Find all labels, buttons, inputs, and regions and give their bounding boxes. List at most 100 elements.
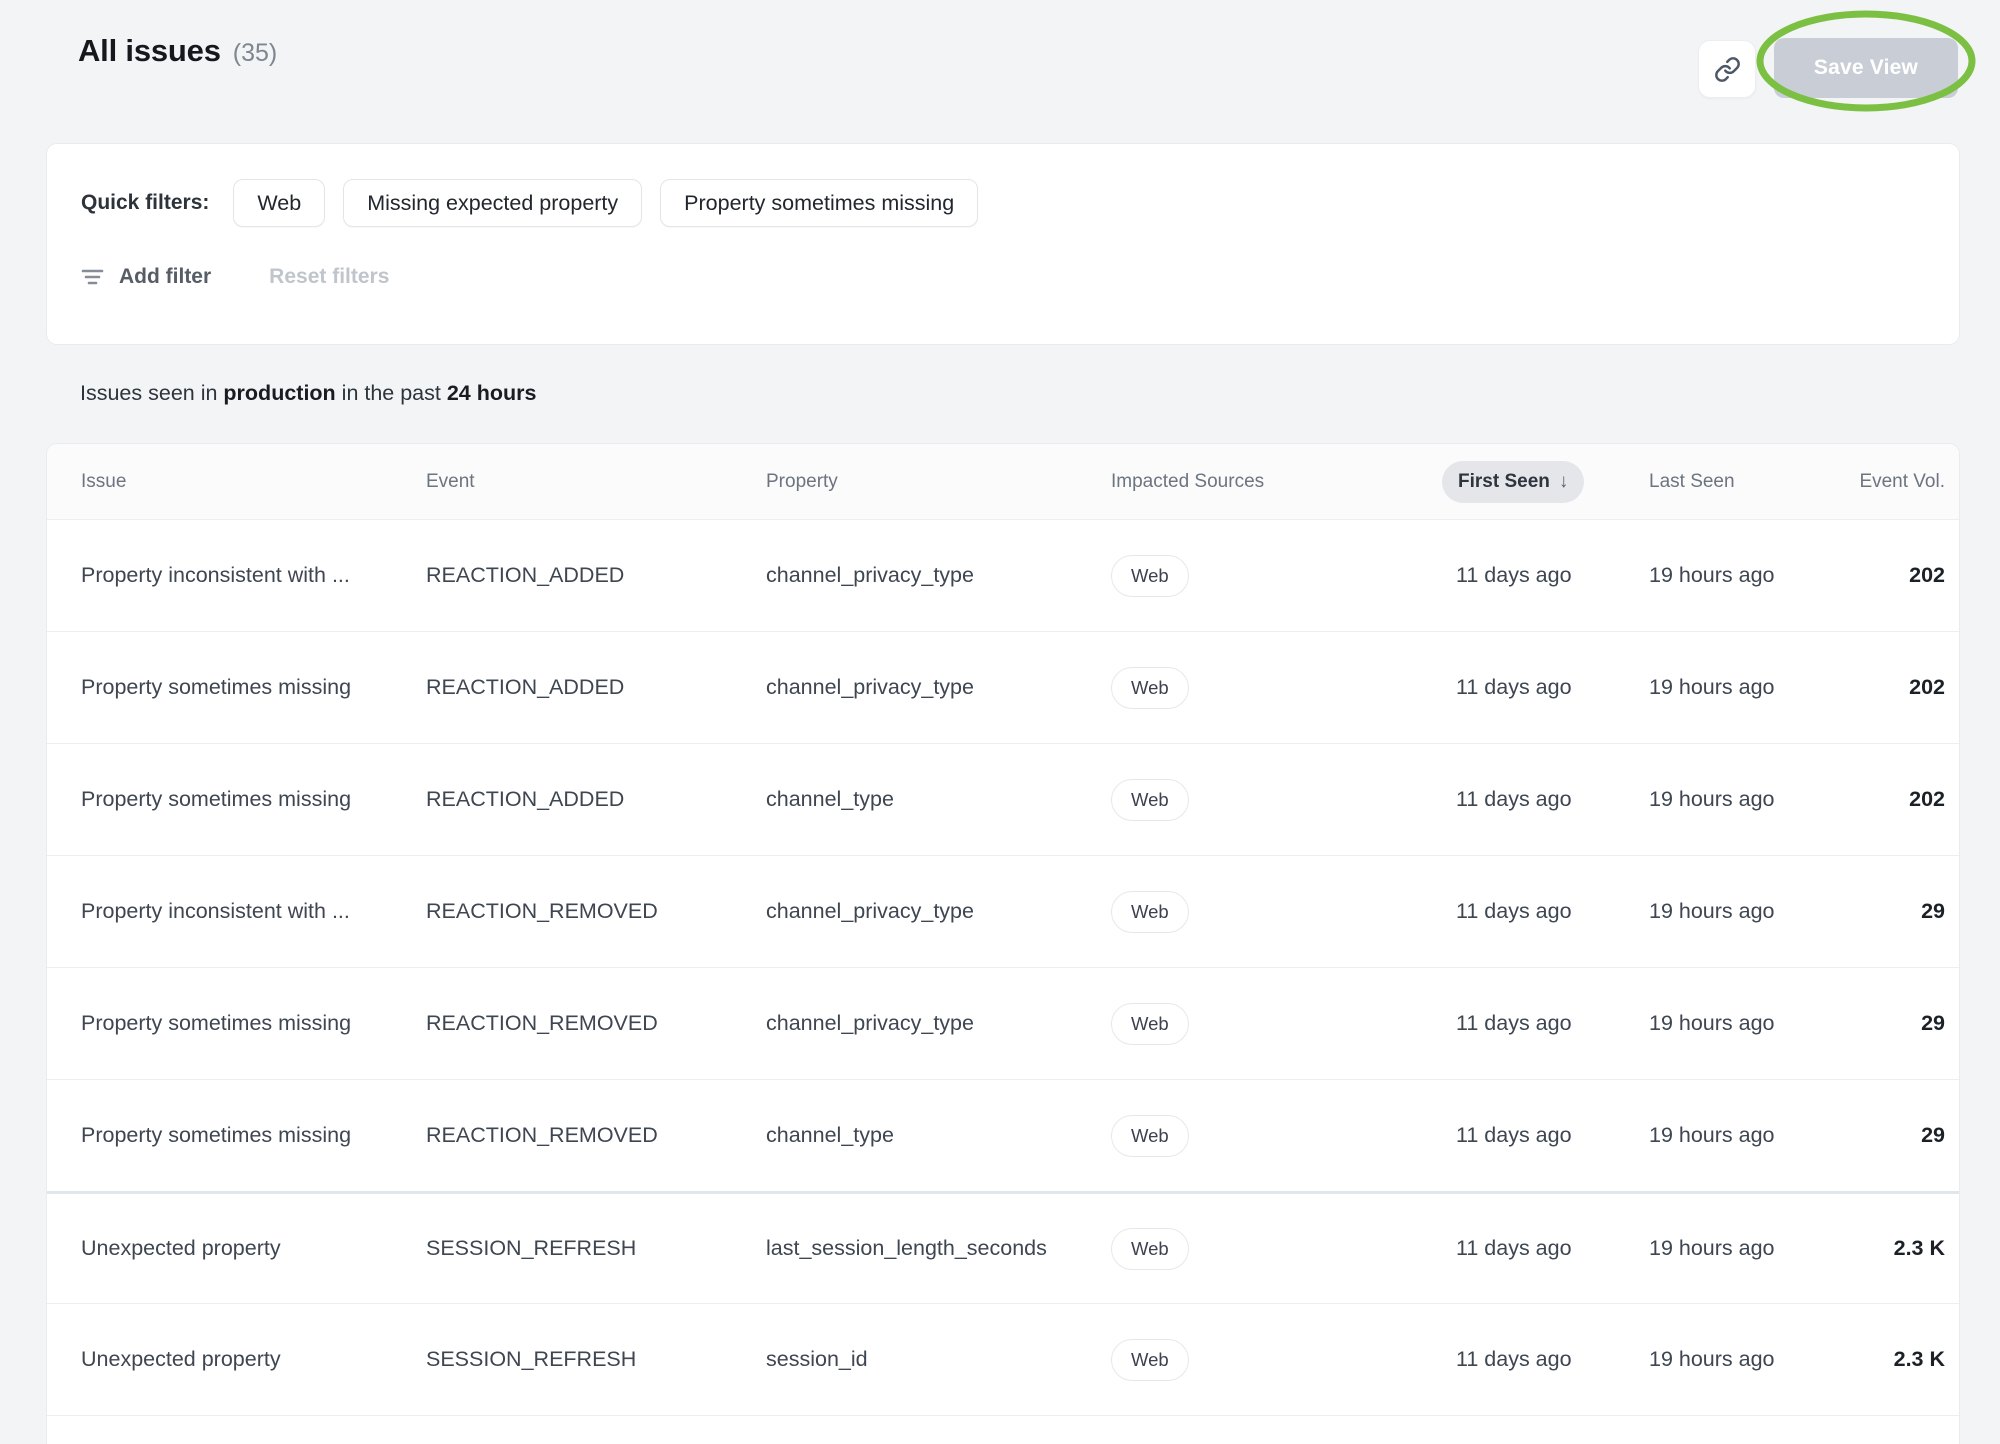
cell-issue: Unexpected property: [81, 1347, 426, 1372]
cell-sources: Web: [1111, 1003, 1456, 1045]
cell-last-seen: 19 hours ago: [1649, 675, 1849, 700]
cell-property: channel_type: [766, 1123, 1111, 1148]
table-row[interactable]: Unexpected property SESSION_REFRESH sess…: [47, 1303, 1959, 1415]
save-view-button[interactable]: Save View: [1774, 38, 1958, 98]
table-body: Property inconsistent with ... REACTION_…: [47, 519, 1959, 1444]
cell-sources: Web: [1111, 1339, 1456, 1381]
cell-property: last_session_length_seconds: [766, 1236, 1111, 1261]
cell-event: REACTION_REMOVED: [426, 899, 766, 924]
table-row[interactable]: Property inconsistent with ... REACTION_…: [47, 519, 1959, 631]
table-header-row: Issue Event Property Impacted Sources Fi…: [47, 444, 1959, 519]
table-row[interactable]: Property sometimes missing REACTION_REMO…: [47, 967, 1959, 1079]
cell-sources: Web: [1111, 1228, 1456, 1270]
issues-summary: Issues seen in production in the past 24…: [80, 381, 536, 406]
cell-last-seen: 19 hours ago: [1649, 1011, 1849, 1036]
cell-first-seen: 11 days ago: [1456, 563, 1649, 588]
column-header-event-vol[interactable]: Event Vol.: [1849, 471, 1945, 493]
source-pill: Web: [1111, 555, 1189, 597]
cell-first-seen: 11 days ago: [1456, 1123, 1649, 1148]
add-filter-label: Add filter: [119, 265, 211, 289]
cell-first-seen: 11 days ago: [1456, 899, 1649, 924]
column-header-first-seen[interactable]: First Seen ↓: [1456, 461, 1649, 503]
quick-filter-chip-web[interactable]: Web: [233, 179, 325, 227]
table-row[interactable]: Property sometimes missing REACTION_ADDE…: [47, 743, 1959, 855]
summary-time-range: 24 hours: [447, 381, 537, 405]
page-title: All issues: [78, 33, 221, 69]
column-header-issue[interactable]: Issue: [81, 471, 426, 493]
table-row[interactable]: Unexpected property SESSION_REFRESH last…: [47, 1191, 1959, 1303]
quick-filter-chip-missing-expected-property[interactable]: Missing expected property: [343, 179, 642, 227]
reset-filters-button[interactable]: Reset filters: [269, 265, 389, 289]
source-pill: Web: [1111, 1003, 1189, 1045]
cell-issue: Property inconsistent with ...: [81, 899, 426, 924]
cell-event: REACTION_ADDED: [426, 563, 766, 588]
cell-event-vol: 29: [1849, 1011, 1945, 1036]
cell-first-seen: 11 days ago: [1456, 1347, 1649, 1372]
cell-last-seen: 19 hours ago: [1649, 1123, 1849, 1148]
cell-event: SESSION_REFRESH: [426, 1347, 766, 1372]
cell-property: channel_privacy_type: [766, 563, 1111, 588]
cell-event-vol: 29: [1849, 899, 1945, 924]
quick-filter-chip-property-sometimes-missing[interactable]: Property sometimes missing: [660, 179, 978, 227]
table-row[interactable]: Property sometimes missing REACTION_ADDE…: [47, 631, 1959, 743]
column-header-impacted-sources[interactable]: Impacted Sources: [1111, 471, 1456, 493]
cell-issue: Unexpected property: [81, 1236, 426, 1261]
cell-sources: Web: [1111, 779, 1456, 821]
cell-sources: Web: [1111, 891, 1456, 933]
column-header-property[interactable]: Property: [766, 471, 1111, 493]
cell-event-vol: 2.3 K: [1849, 1236, 1945, 1261]
cell-first-seen: 11 days ago: [1456, 787, 1649, 812]
cell-event-vol: 202: [1849, 787, 1945, 812]
summary-prefix: Issues seen in: [80, 381, 223, 405]
cell-last-seen: 19 hours ago: [1649, 899, 1849, 924]
cell-last-seen: 19 hours ago: [1649, 1236, 1849, 1261]
copy-link-button[interactable]: [1698, 40, 1756, 98]
filter-actions-row: Add filter Reset filters: [81, 265, 1925, 289]
link-icon: [1714, 56, 1741, 83]
cell-issue: Property inconsistent with ...: [81, 563, 426, 588]
table-row[interactable]: Property sometimes missing REACTION_REMO…: [47, 1079, 1959, 1191]
cell-issue: Property sometimes missing: [81, 1011, 426, 1036]
cell-event: REACTION_ADDED: [426, 675, 766, 700]
active-sort-pill[interactable]: First Seen ↓: [1442, 461, 1584, 503]
cell-property: channel_privacy_type: [766, 1011, 1111, 1036]
issue-count-badge: (35): [233, 39, 277, 68]
table-row-partial: [47, 1415, 1959, 1444]
cell-issue: Property sometimes missing: [81, 787, 426, 812]
quick-filters-row: Quick filters: Web Missing expected prop…: [81, 179, 1925, 227]
cell-first-seen: 11 days ago: [1456, 1236, 1649, 1261]
cell-event: REACTION_ADDED: [426, 787, 766, 812]
cell-property: channel_privacy_type: [766, 899, 1111, 924]
issues-table: Issue Event Property Impacted Sources Fi…: [46, 443, 1960, 1444]
source-pill: Web: [1111, 1115, 1189, 1157]
column-header-event[interactable]: Event: [426, 471, 766, 493]
cell-issue: Property sometimes missing: [81, 1123, 426, 1148]
cell-first-seen: 11 days ago: [1456, 1011, 1649, 1036]
page-header: All issues (35): [78, 33, 277, 69]
cell-sources: Web: [1111, 667, 1456, 709]
cell-event-vol: 2.3 K: [1849, 1347, 1945, 1372]
source-pill: Web: [1111, 779, 1189, 821]
cell-first-seen: 11 days ago: [1456, 675, 1649, 700]
cell-event: SESSION_REFRESH: [426, 1236, 766, 1261]
quick-filters-card: Quick filters: Web Missing expected prop…: [46, 143, 1960, 345]
summary-middle: in the past: [336, 381, 447, 405]
summary-environment: production: [223, 381, 335, 405]
table-row[interactable]: Property inconsistent with ... REACTION_…: [47, 855, 1959, 967]
cell-event-vol: 202: [1849, 563, 1945, 588]
quick-filters-label: Quick filters:: [81, 191, 209, 215]
cell-last-seen: 19 hours ago: [1649, 563, 1849, 588]
filter-lines-icon: [81, 267, 104, 287]
source-pill: Web: [1111, 891, 1189, 933]
add-filter-button[interactable]: Add filter: [81, 265, 211, 289]
source-pill: Web: [1111, 1339, 1189, 1381]
sort-descending-icon: ↓: [1559, 472, 1569, 491]
cell-last-seen: 19 hours ago: [1649, 787, 1849, 812]
cell-event: REACTION_REMOVED: [426, 1123, 766, 1148]
cell-last-seen: 19 hours ago: [1649, 1347, 1849, 1372]
cell-property: channel_type: [766, 787, 1111, 812]
cell-event-vol: 29: [1849, 1123, 1945, 1148]
cell-property: channel_privacy_type: [766, 675, 1111, 700]
column-header-last-seen[interactable]: Last Seen: [1649, 471, 1849, 493]
cell-event-vol: 202: [1849, 675, 1945, 700]
